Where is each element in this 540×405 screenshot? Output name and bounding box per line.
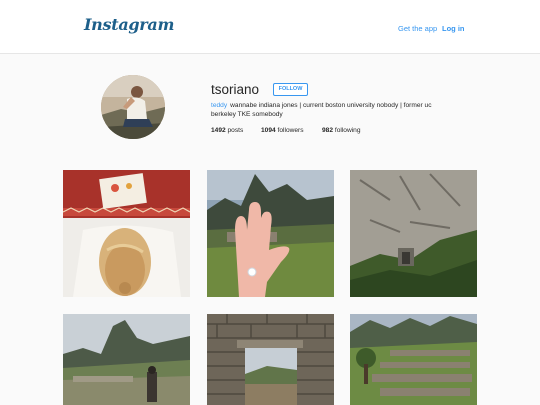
profile-bio-text: wannabe indiana jones | current boston u…	[211, 102, 432, 118]
top-navigation-bar: Instagram Get the app Log in	[0, 0, 540, 54]
post-thumbnail-1[interactable]	[63, 170, 190, 297]
post-photo-ruins-terraces	[350, 314, 477, 405]
following-count: 982	[322, 127, 334, 134]
followers-stat[interactable]: 1094 followers	[261, 127, 322, 134]
following-label: following	[334, 127, 361, 134]
post-photo-cliff-wall	[350, 170, 477, 297]
post-thumbnail-2[interactable]	[207, 170, 334, 297]
posts-label: posts	[227, 127, 244, 134]
posts-stat: 1492 posts	[211, 127, 261, 134]
profile-username: tsoriano	[211, 82, 260, 97]
follow-button[interactable]: FOLLOW	[273, 83, 308, 96]
log-in-link[interactable]: Log in	[442, 24, 465, 33]
profile-avatar	[101, 75, 165, 139]
post-photo-machu-picchu	[63, 314, 190, 405]
post-photo-ring-hand	[207, 170, 334, 297]
profile-bio: teddy wannabe indiana jones | current bos…	[211, 102, 436, 119]
profile-stats: 1492 posts 1094 followers 982 following	[211, 127, 361, 134]
following-stat[interactable]: 982 following	[322, 127, 361, 134]
post-thumbnail-4[interactable]	[63, 314, 190, 405]
get-the-app-link[interactable]: Get the app	[398, 24, 437, 33]
post-thumbnail-6[interactable]	[350, 314, 477, 405]
post-thumbnail-5[interactable]	[207, 314, 334, 405]
avatar-photo	[101, 75, 165, 139]
profile-full-name: teddy	[211, 102, 228, 109]
followers-label: followers	[277, 127, 304, 134]
instagram-logo[interactable]: Instagram	[84, 15, 174, 34]
post-thumbnail-3[interactable]	[350, 170, 477, 297]
post-photo-blanket	[63, 170, 190, 297]
post-photo-stone-doorway	[207, 314, 334, 405]
followers-count: 1094	[261, 127, 276, 134]
posts-count: 1492	[211, 127, 226, 134]
